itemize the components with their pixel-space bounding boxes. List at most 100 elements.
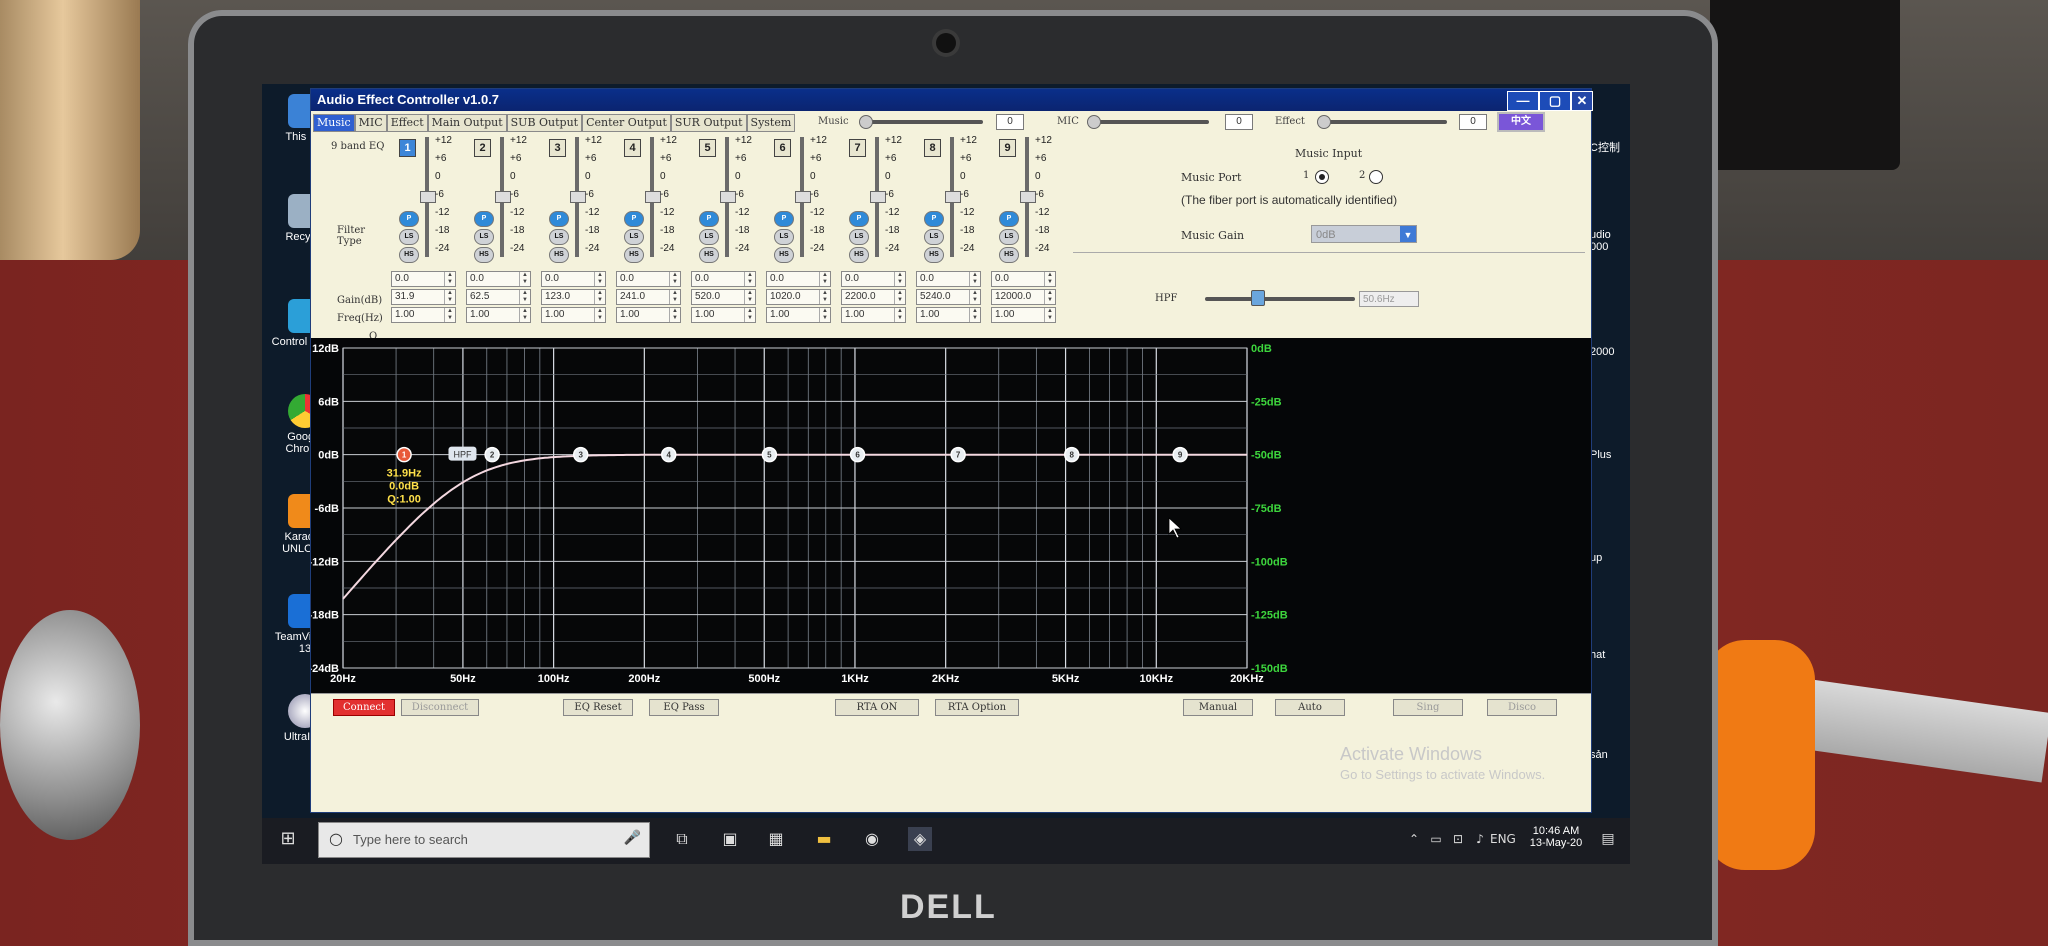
- mic-volume-value[interactable]: 0: [1225, 114, 1253, 130]
- filter-type-button[interactable]: HS: [699, 247, 719, 263]
- band-q-input[interactable]: 1.00 ▲ ▼: [466, 307, 531, 323]
- rta-option-button[interactable]: RTA Option: [935, 699, 1019, 716]
- disco-button[interactable]: Disco: [1487, 699, 1557, 716]
- band-gain-input[interactable]: 0.0 ▲ ▼: [691, 271, 756, 287]
- spinner-arrows-icon[interactable]: ▲ ▼: [669, 308, 680, 322]
- spinner-arrows-icon[interactable]: ▲ ▼: [969, 290, 980, 304]
- tab-sur-output[interactable]: SUR Output: [670, 114, 747, 132]
- audio-controller-taskbar-icon[interactable]: ◈: [908, 827, 932, 851]
- filter-type-button[interactable]: LS: [549, 229, 569, 245]
- manual-button[interactable]: Manual: [1183, 699, 1253, 716]
- desktop-icon-right-1[interactable]: C控制: [1590, 139, 1630, 155]
- filter-type-button[interactable]: HS: [849, 247, 869, 263]
- filter-type-button[interactable]: LS: [699, 229, 719, 245]
- mic-volume-knob[interactable]: [1087, 115, 1101, 129]
- desktop-icon-right-6[interactable]: hat: [1590, 649, 1630, 661]
- band-q-input[interactable]: 1.00 ▲ ▼: [766, 307, 831, 323]
- effect-volume-slider[interactable]: [1321, 120, 1447, 124]
- close-button[interactable]: ✕: [1571, 91, 1593, 111]
- chevron-down-icon[interactable]: ▼: [1400, 226, 1416, 242]
- music-volume-slider[interactable]: [863, 120, 983, 124]
- tab-main-output[interactable]: Main Output: [427, 114, 507, 132]
- spinner-arrows-icon[interactable]: ▲ ▼: [819, 308, 830, 322]
- port1-radio[interactable]: [1315, 170, 1329, 184]
- band-gain-knob[interactable]: [945, 191, 961, 203]
- spinner-arrows-icon[interactable]: ▲ ▼: [594, 308, 605, 322]
- band-gain-input[interactable]: 0.0 ▲ ▼: [766, 271, 831, 287]
- desktop-icon-right-2[interactable]: udio 000: [1590, 229, 1630, 253]
- filter-type-button[interactable]: P: [624, 211, 644, 227]
- port2-radio[interactable]: [1369, 170, 1383, 184]
- filter-type-button[interactable]: LS: [624, 229, 644, 245]
- band-q-input[interactable]: 1.00 ▲ ▼: [616, 307, 681, 323]
- band-freq-input[interactable]: 5240.0 ▲ ▼: [916, 289, 981, 305]
- band-gain-input[interactable]: 0.0 ▲ ▼: [466, 271, 531, 287]
- spinner-arrows-icon[interactable]: ▲ ▼: [669, 272, 680, 286]
- band-q-input[interactable]: 1.00 ▲ ▼: [691, 307, 756, 323]
- band-freq-input[interactable]: 123.0 ▲ ▼: [541, 289, 606, 305]
- spinner-arrows-icon[interactable]: ▲ ▼: [594, 290, 605, 304]
- auto-button[interactable]: Auto: [1275, 699, 1345, 716]
- band-gain-input[interactable]: 0.0 ▲ ▼: [841, 271, 906, 287]
- band-gain-knob[interactable]: [1020, 191, 1036, 203]
- spinner-arrows-icon[interactable]: ▲ ▼: [744, 308, 755, 322]
- spinner-arrows-icon[interactable]: ▲ ▼: [1044, 308, 1055, 322]
- filter-type-button[interactable]: P: [474, 211, 494, 227]
- maximize-button[interactable]: ▢: [1539, 91, 1571, 111]
- spinner-arrows-icon[interactable]: ▲ ▼: [669, 290, 680, 304]
- filter-type-button[interactable]: LS: [924, 229, 944, 245]
- calculator-icon[interactable]: ▦: [764, 827, 788, 851]
- filter-type-button[interactable]: HS: [774, 247, 794, 263]
- network-icon[interactable]: ⊡: [1446, 827, 1470, 851]
- band-gain-input[interactable]: 0.0 ▲ ▼: [916, 271, 981, 287]
- band-q-input[interactable]: 1.00 ▲ ▼: [916, 307, 981, 323]
- tab-center-output[interactable]: Center Output: [582, 114, 671, 132]
- band-q-input[interactable]: 1.00 ▲ ▼: [391, 307, 456, 323]
- band-select-button[interactable]: 1: [399, 139, 416, 157]
- spinner-arrows-icon[interactable]: ▲ ▼: [594, 272, 605, 286]
- desktop-icon-right-4[interactable]: Plus: [1590, 449, 1630, 461]
- rta-on-button[interactable]: RTA ON: [835, 699, 919, 716]
- band-freq-input[interactable]: 520.0 ▲ ▼: [691, 289, 756, 305]
- filter-type-button[interactable]: P: [549, 211, 569, 227]
- notification-icon[interactable]: ▤: [1596, 827, 1620, 851]
- spinner-arrows-icon[interactable]: ▲ ▼: [894, 290, 905, 304]
- taskbar-search[interactable]: ○ Type here to search 🎤: [318, 822, 650, 858]
- chrome-icon[interactable]: ◉: [860, 827, 884, 851]
- tab-sub-output[interactable]: SUB Output: [506, 114, 583, 132]
- filter-type-button[interactable]: HS: [999, 247, 1019, 263]
- connect-button[interactable]: Connect: [333, 699, 395, 716]
- eq-reset-button[interactable]: EQ Reset: [563, 699, 633, 716]
- filter-type-button[interactable]: P: [999, 211, 1019, 227]
- hpf-slider[interactable]: [1205, 297, 1355, 301]
- effect-volume-knob[interactable]: [1317, 115, 1331, 129]
- spinner-arrows-icon[interactable]: ▲ ▼: [519, 290, 530, 304]
- spinner-arrows-icon[interactable]: ▲ ▼: [819, 290, 830, 304]
- spinner-arrows-icon[interactable]: ▲ ▼: [744, 272, 755, 286]
- band-gain-knob[interactable]: [870, 191, 886, 203]
- task-view-icon[interactable]: ⧉: [670, 827, 694, 851]
- filter-type-button[interactable]: LS: [774, 229, 794, 245]
- filter-type-button[interactable]: LS: [474, 229, 494, 245]
- spinner-arrows-icon[interactable]: ▲ ▼: [894, 272, 905, 286]
- spinner-arrows-icon[interactable]: ▲ ▼: [969, 272, 980, 286]
- desktop-icon-right-5[interactable]: up: [1590, 552, 1630, 564]
- band-select-button[interactable]: 5: [699, 139, 716, 157]
- effect-volume-value[interactable]: 0: [1459, 114, 1487, 130]
- band-q-input[interactable]: 1.00 ▲ ▼: [541, 307, 606, 323]
- file-explorer-icon[interactable]: ▬: [812, 827, 836, 851]
- language-button[interactable]: 中文: [1497, 112, 1545, 132]
- sing-button[interactable]: Sing: [1393, 699, 1463, 716]
- band-select-button[interactable]: 7: [849, 139, 866, 157]
- band-gain-input[interactable]: 0.0 ▲ ▼: [991, 271, 1056, 287]
- music-volume-value[interactable]: 0: [996, 114, 1024, 130]
- filter-type-button[interactable]: P: [399, 211, 419, 227]
- minimize-button[interactable]: —: [1507, 91, 1539, 111]
- filter-type-button[interactable]: LS: [849, 229, 869, 245]
- clock[interactable]: 10:46 AM 13-May-20: [1526, 825, 1586, 849]
- app-icon-blue[interactable]: ▣: [718, 827, 742, 851]
- band-freq-input[interactable]: 31.9 ▲ ▼: [391, 289, 456, 305]
- band-select-button[interactable]: 9: [999, 139, 1016, 157]
- eq-pass-button[interactable]: EQ Pass: [649, 699, 719, 716]
- band-gain-knob[interactable]: [570, 191, 586, 203]
